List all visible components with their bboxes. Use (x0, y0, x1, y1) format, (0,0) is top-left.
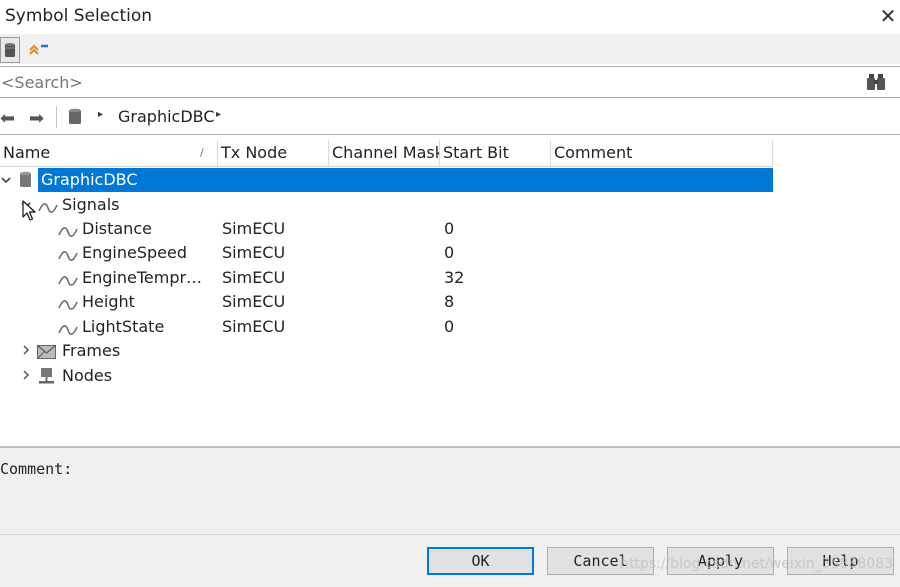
watermark-text: https://blog.csdn.net/weixin_35888083 (620, 556, 894, 572)
column-header-start-bit[interactable]: Start Bit (440, 140, 551, 166)
column-header-channel-mask[interactable]: Channel Mask (329, 140, 440, 166)
signal-name: EngineTempr… (82, 268, 203, 287)
chevron-down-icon[interactable] (0, 168, 12, 192)
signal-start-bit: 0 (444, 243, 455, 262)
search-input[interactable] (0, 71, 841, 93)
forward-arrow-icon[interactable]: ➡ (29, 108, 44, 129)
signal-start-bit: 8 (444, 292, 455, 311)
ok-button[interactable]: OK (427, 547, 534, 575)
signal-tx-node: SimECU (222, 292, 286, 311)
table-row[interactable]: Distance SimECU 0 (0, 217, 773, 241)
signal-start-bit: 32 (444, 268, 465, 287)
signal-tx-node: SimECU (222, 317, 286, 336)
breadcrumb-item[interactable]: GraphicDBC (118, 107, 215, 126)
signal-wave-icon (58, 321, 78, 340)
tree-row-root[interactable]: GraphicDBC (0, 168, 773, 192)
signal-tx-node: SimECU (222, 243, 286, 262)
tree-row-nodes[interactable]: Nodes (0, 364, 773, 388)
comment-panel: Comment: (0, 446, 900, 536)
signal-wave-icon (58, 296, 78, 315)
table-row[interactable]: EngineSpeed SimECU 0 (0, 241, 773, 265)
close-icon[interactable]: ✕ (876, 2, 900, 30)
network-node-icon (38, 367, 55, 389)
database-icon[interactable] (0, 37, 20, 63)
tree-row-signals[interactable]: Signals (0, 193, 773, 217)
signal-name: LightState (82, 317, 165, 336)
comment-label: Comment: (0, 460, 73, 478)
signal-name: EngineSpeed (82, 243, 187, 262)
symbol-tree-table: Name / Tx Node Channel Mask Start Bit Com… (0, 138, 900, 446)
signal-wave-icon (58, 272, 78, 291)
signal-name: Distance (82, 219, 152, 238)
signal-start-bit: 0 (444, 317, 455, 336)
window-title: Symbol Selection (5, 6, 153, 26)
signal-wave-icon (58, 247, 78, 266)
sort-indicator-icon: / (200, 146, 204, 159)
breadcrumb-arrow-icon[interactable]: ▸ (216, 109, 221, 120)
binoculars-icon[interactable] (866, 72, 888, 92)
column-header-name[interactable]: Name / (0, 140, 218, 166)
expand-up-icon[interactable] (28, 37, 48, 61)
signal-wave-icon (58, 223, 78, 242)
signal-tx-node: SimECU (222, 268, 286, 287)
column-header-comment[interactable]: Comment (551, 140, 773, 166)
table-row[interactable]: EngineTempr… SimECU 32 (0, 266, 773, 290)
signal-name: Height (82, 292, 135, 311)
signal-wave-icon (38, 199, 58, 218)
tree-item-label[interactable]: GraphicDBC (38, 168, 773, 192)
signal-start-bit: 0 (444, 219, 455, 238)
database-icon (19, 171, 32, 192)
toolbar (0, 34, 900, 64)
chevron-right-icon[interactable] (20, 339, 32, 363)
table-row[interactable]: LightState SimECU 0 (0, 315, 773, 339)
tree-item-label: Signals (62, 195, 120, 214)
back-arrow-icon[interactable]: ⬅ (0, 108, 15, 129)
mouse-cursor-icon (22, 200, 36, 226)
signal-tx-node: SimECU (222, 219, 286, 238)
breadcrumb-database-icon[interactable] (68, 108, 82, 129)
search-bar (0, 66, 900, 98)
table-row[interactable]: Height SimECU 8 (0, 290, 773, 314)
chevron-right-icon[interactable] (20, 364, 32, 388)
table-header: Name / Tx Node Channel Mask Start Bit Com… (0, 140, 773, 167)
column-header-tx-node[interactable]: Tx Node (218, 140, 329, 166)
navigation-bar: ⬅ ➡ ▸ GraphicDBC ▸ (0, 100, 900, 135)
nav-divider (56, 106, 57, 128)
breadcrumb-arrow-icon[interactable]: ▸ (98, 109, 103, 120)
tree-item-label: Frames (62, 341, 121, 360)
tree-row-frames[interactable]: Frames (0, 339, 773, 363)
envelope-icon (37, 344, 56, 363)
tree-item-label: Nodes (62, 366, 113, 385)
